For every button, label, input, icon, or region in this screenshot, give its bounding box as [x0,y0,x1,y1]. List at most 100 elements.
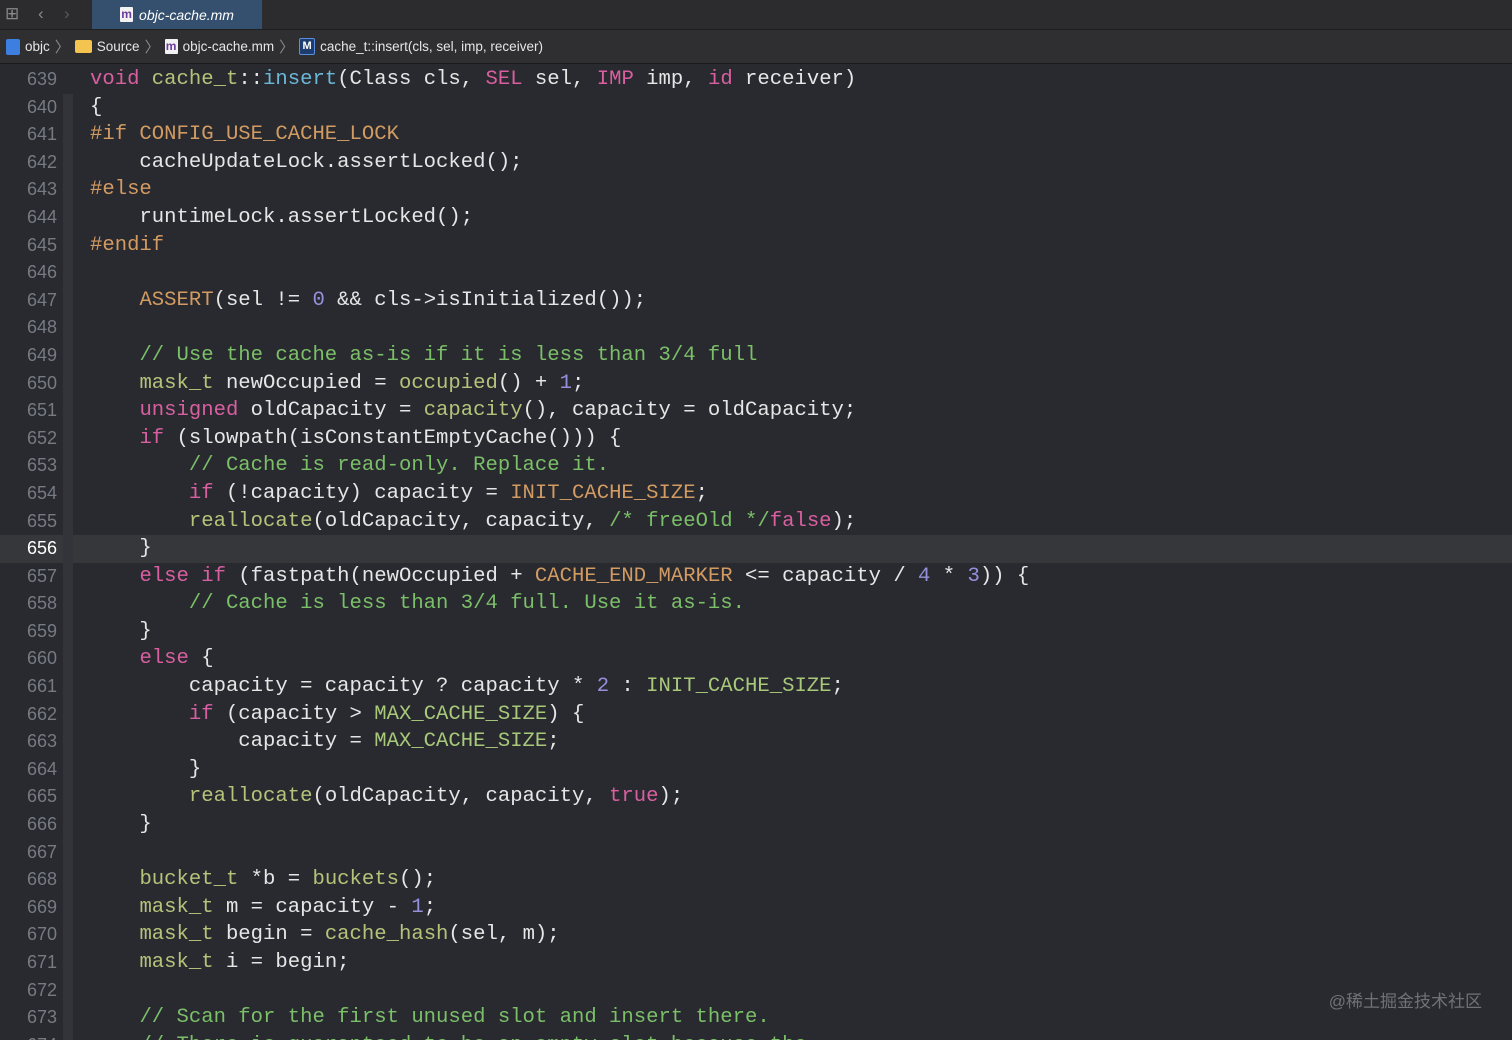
code-line[interactable]: 643 #else [0,176,1512,204]
code-fold-ribbon[interactable] [63,535,73,563]
code-fold-ribbon[interactable] [63,811,73,839]
grid-icon[interactable]: ⊞ [5,4,19,24]
line-number[interactable]: 659 [0,618,57,646]
code-fold-ribbon[interactable] [63,562,73,591]
code-line[interactable]: 655 reallocate(oldCapacity, capacity, /*… [0,507,1512,536]
code-fold-ribbon[interactable] [63,949,73,977]
line-number[interactable]: 641 [0,121,57,149]
code-fold-ribbon[interactable] [63,369,73,398]
code-line[interactable]: 640 { [0,93,1512,122]
line-number[interactable]: 668 [0,866,57,894]
line-number[interactable]: 673 [0,1004,57,1032]
line-number[interactable]: 650 [0,370,57,398]
line-number[interactable]: 663 [0,728,57,756]
code-line[interactable]: 646 [0,259,1512,287]
code-fold-ribbon[interactable] [63,176,73,204]
code-line[interactable]: 660 else { [0,645,1512,674]
code-line[interactable]: 673 // Scan for the first unused slot an… [0,1004,1512,1032]
line-number[interactable]: 671 [0,949,57,977]
code-line[interactable]: 664 } [0,755,1512,784]
code-fold-ribbon[interactable] [63,314,73,342]
code-line[interactable]: 653 // Cache is read-only. Replace it. [0,452,1512,480]
code-line[interactable]: 663 capacity = MAX_CACHE_SIZE; [0,728,1512,756]
line-number[interactable]: 642 [0,149,57,177]
code-fold-ribbon[interactable] [63,921,73,949]
line-number[interactable]: 646 [0,259,57,287]
code-line[interactable]: 669 mask_t m = capacity - 1; [0,893,1512,922]
breadcrumb-item-method[interactable]: cache_t::insert(cls, sel, imp, receiver) [320,39,543,54]
line-number[interactable]: 674 [0,1032,57,1040]
line-number[interactable]: 665 [0,783,57,811]
code-line[interactable]: 659 } [0,617,1512,646]
code-line[interactable]: 658 // Cache is less than 3/4 full. Use … [0,590,1512,618]
code-editor[interactable]: 639 void cache_t::insert(Class cls, SEL s… [0,66,1512,1040]
code-line[interactable]: 641 #if CONFIG_USE_CACHE_LOCK [0,121,1512,149]
code-line[interactable]: 672 [0,976,1512,1005]
code-line[interactable]: 642 cacheUpdateLock.assertLocked(); [0,148,1512,177]
code-fold-ribbon[interactable] [63,783,73,812]
code-line[interactable]: 654 if (!capacity) capacity = INIT_CACHE… [0,479,1512,508]
code-fold-ribbon[interactable] [63,976,73,1005]
line-number[interactable]: 655 [0,508,57,536]
line-number[interactable]: 658 [0,590,57,618]
line-number[interactable]: 647 [0,287,57,315]
line-number[interactable]: 644 [0,204,57,232]
line-number[interactable]: 672 [0,977,57,1005]
line-number[interactable]: 667 [0,839,57,867]
line-number[interactable]: 664 [0,756,57,784]
code-line[interactable]: 661 capacity = capacity ? capacity * 2 :… [0,673,1512,701]
line-number[interactable]: 662 [0,701,57,729]
line-number[interactable]: 645 [0,232,57,260]
code-line[interactable]: 649 // Use the cache as-is if it is less… [0,341,1512,370]
code-fold-ribbon[interactable] [63,259,73,287]
code-line[interactable]: 666 } [0,811,1512,839]
code-fold-ribbon[interactable] [63,507,73,536]
line-number[interactable]: 652 [0,425,57,453]
line-number[interactable]: 643 [0,176,57,204]
line-number[interactable]: 656 [0,535,57,563]
code-fold-ribbon[interactable] [63,755,73,784]
code-line[interactable]: 650 mask_t newOccupied = occupied() + 1; [0,369,1512,398]
code-line[interactable]: 662 if (capacity > MAX_CACHE_SIZE) { [0,700,1512,729]
line-number[interactable]: 639 [0,66,57,94]
back-chevron-icon[interactable]: ‹ [38,4,44,24]
line-number[interactable]: 661 [0,673,57,701]
line-number[interactable]: 640 [0,94,57,122]
line-number[interactable]: 649 [0,342,57,370]
code-line[interactable]: 644 runtimeLock.assertLocked(); [0,203,1512,232]
line-number[interactable]: 660 [0,645,57,673]
code-fold-ribbon[interactable] [63,452,73,480]
code-line[interactable]: 656 } [0,535,1512,563]
line-number[interactable]: 651 [0,397,57,425]
code-line[interactable]: 667 [0,838,1512,867]
code-line[interactable]: 668 bucket_t *b = buckets(); [0,866,1512,894]
breadcrumb-item-folder[interactable]: Source [97,39,140,54]
code-fold-ribbon[interactable] [63,93,73,122]
code-line[interactable]: 671 mask_t i = begin; [0,949,1512,977]
code-line[interactable]: 648 [0,314,1512,342]
code-line[interactable]: 670 mask_t begin = cache_hash(sel, m); [0,921,1512,949]
code-fold-ribbon[interactable] [63,728,73,756]
code-fold-ribbon[interactable] [63,231,73,260]
line-number[interactable]: 657 [0,563,57,591]
code-line[interactable]: 665 reallocate(oldCapacity, capacity, tr… [0,783,1512,812]
code-fold-ribbon[interactable] [63,479,73,508]
line-number[interactable]: 666 [0,811,57,839]
tab-objc-cache[interactable]: m objc-cache.mm [92,0,262,29]
code-fold-ribbon[interactable] [63,341,73,370]
code-line[interactable]: 647 ASSERT(sel != 0 && cls->isInitialize… [0,286,1512,315]
code-line[interactable]: 639 void cache_t::insert(Class cls, SEL s… [0,66,1512,94]
code-fold-ribbon[interactable] [63,286,73,315]
breadcrumb-item-file[interactable]: objc-cache.mm [183,39,275,54]
code-fold-ribbon[interactable] [63,673,73,701]
code-fold-ribbon[interactable] [63,1004,73,1032]
code-line[interactable]: 652 if (slowpath(isConstantEmptyCache())… [0,424,1512,453]
code-fold-ribbon[interactable] [63,1031,73,1040]
code-fold-ribbon[interactable] [63,838,73,867]
line-number[interactable]: 648 [0,314,57,342]
code-fold-ribbon[interactable] [63,700,73,729]
breadcrumb-item-project[interactable]: objc [25,39,50,54]
line-number[interactable]: 654 [0,480,57,508]
code-fold-ribbon[interactable] [63,148,73,177]
code-fold-ribbon[interactable] [63,645,73,674]
